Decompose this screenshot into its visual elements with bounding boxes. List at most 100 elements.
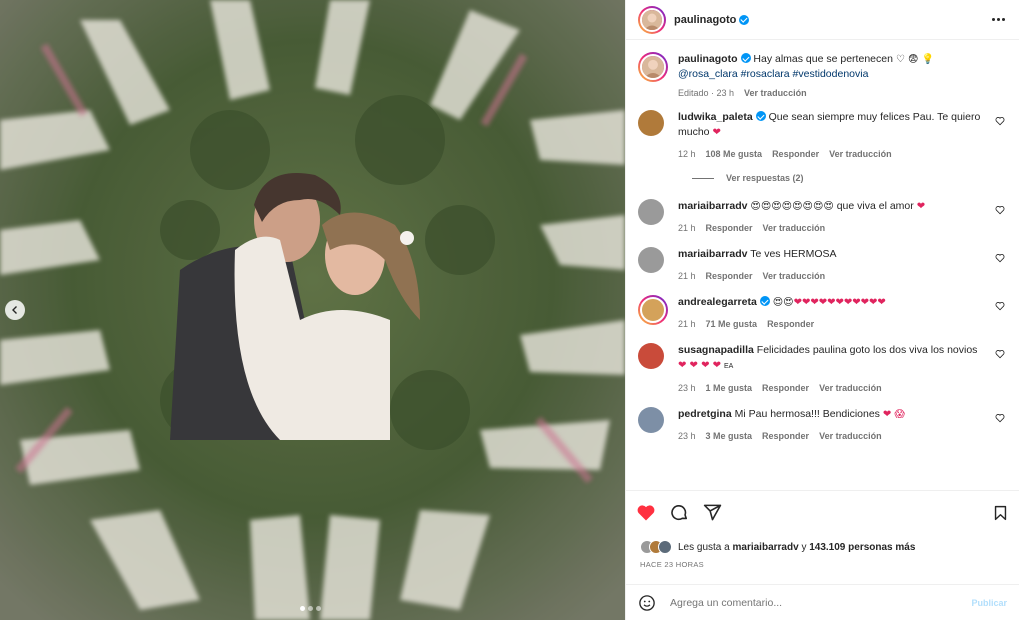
comment-likes[interactable]: 71 Me gusta xyxy=(706,319,758,329)
share-icon[interactable] xyxy=(703,503,722,522)
heart-icon[interactable] xyxy=(636,503,656,523)
translate-link[interactable]: Ver traducción xyxy=(763,223,826,233)
comment-emoji: ❤❤❤❤❤❤❤❤❤❤❤ xyxy=(793,297,886,308)
carousel-dot xyxy=(308,606,313,611)
comment-emoji: ❤ xyxy=(712,127,721,138)
likes-mid: y xyxy=(801,541,807,553)
comment-likes[interactable]: 108 Me gusta xyxy=(706,149,763,159)
publish-button[interactable]: Publicar xyxy=(971,598,1007,608)
verified-icon xyxy=(759,296,770,306)
carousel-dot xyxy=(300,606,305,611)
comment-emoji-prefix: 😍😍 xyxy=(772,297,794,308)
post-actions-bar xyxy=(626,490,1019,534)
comment-time: 23 h xyxy=(678,383,696,393)
bookmark-icon[interactable] xyxy=(992,504,1009,522)
caption-translate-link[interactable]: Ver traducción xyxy=(744,88,807,98)
avatar xyxy=(658,540,672,554)
comment-username[interactable]: ludwika_paleta xyxy=(678,111,753,123)
wedding-photo-image xyxy=(0,0,625,620)
divider xyxy=(692,177,714,179)
avatar[interactable] xyxy=(638,295,668,325)
comment-emoji: ❤ 😱 xyxy=(882,409,905,420)
comment-item: pedretgina Mi Pau hermosa!!! Bendiciones… xyxy=(638,407,1005,441)
comments-list: paulinagoto Hay almas que se pertenecen … xyxy=(626,40,1019,490)
reply-button[interactable]: Responder xyxy=(772,149,819,159)
post-photo[interactable] xyxy=(0,0,625,620)
heart-icon[interactable] xyxy=(995,253,1005,263)
translate-link[interactable]: Ver traducción xyxy=(829,149,892,159)
carousel-dot xyxy=(316,606,321,611)
comment-suffix: EA xyxy=(723,363,734,370)
avatar[interactable] xyxy=(638,407,664,433)
heart-icon[interactable] xyxy=(995,349,1005,359)
post-date: HACE 23 HORAS xyxy=(640,560,704,569)
reply-button[interactable]: Responder xyxy=(706,223,753,233)
likes-user[interactable]: mariaibarradv xyxy=(733,542,799,553)
comment-emoji: ❤ xyxy=(916,201,926,212)
comment-item: mariaibarradv Te ves HERMOSA 21 h Respon… xyxy=(638,247,1005,281)
chevron-left-icon xyxy=(12,306,17,314)
avatar[interactable] xyxy=(638,247,664,273)
heart-icon[interactable] xyxy=(995,301,1005,311)
carousel-prev-button[interactable] xyxy=(5,300,25,320)
comment-username[interactable]: pedretgina xyxy=(678,408,732,420)
comment-text: Mi Pau hermosa!!! Bendiciones xyxy=(734,408,880,420)
comment-time: 23 h xyxy=(678,431,696,441)
comment-item: susagnapadilla Felicidades paulina goto … xyxy=(638,343,1005,393)
comment-username[interactable]: mariaibarradv xyxy=(678,200,747,212)
caption-text: Hay almas que se pertenecen xyxy=(753,53,893,65)
comment-username[interactable]: mariaibarradv xyxy=(678,248,747,260)
verified-icon xyxy=(740,53,751,63)
reply-button[interactable]: Responder xyxy=(706,271,753,281)
post-header: paulinagoto xyxy=(626,0,1019,40)
caption-edited-time: Editado · 23 h xyxy=(678,88,735,98)
avatar[interactable] xyxy=(638,110,664,136)
translate-link[interactable]: Ver traducción xyxy=(819,431,882,441)
more-icon xyxy=(992,18,995,21)
comment-time: 12 h xyxy=(678,149,696,159)
comment-emoji: ❤ ❤ ❤ ❤ xyxy=(678,360,722,371)
avatar[interactable] xyxy=(638,199,664,225)
caption-username[interactable]: paulinagoto xyxy=(678,53,738,65)
author-avatar[interactable] xyxy=(638,5,666,34)
comment-emoji-prefix: 😍😍😍😍😍😍😍😍 xyxy=(750,201,834,212)
verified-icon xyxy=(755,111,766,121)
heart-icon[interactable] xyxy=(995,413,1005,423)
emoji-icon[interactable] xyxy=(638,594,656,612)
comment-icon[interactable] xyxy=(670,503,689,522)
liker-avatars xyxy=(640,540,672,554)
view-replies-button[interactable]: Ver respuestas (2) xyxy=(692,173,1005,183)
carousel-indicator xyxy=(300,606,321,611)
likes-summary: Les gusta a mariaibarradv y 143.109 pers… xyxy=(626,534,1019,560)
comment-text-continued: paulina goto los dos viva los novios xyxy=(812,344,978,356)
post-side-panel: paulinagoto paulinagoto Hay almas que se… xyxy=(625,0,1019,620)
translate-link[interactable]: Ver traducción xyxy=(763,271,826,281)
comment-username[interactable]: andrealegarreta xyxy=(678,296,757,308)
author-username[interactable]: paulinagoto xyxy=(674,14,736,26)
more-options-button[interactable] xyxy=(992,18,1005,21)
comment-time: 21 h xyxy=(678,271,696,281)
likes-count[interactable]: 143.109 personas más xyxy=(809,542,915,553)
heart-icon[interactable] xyxy=(995,205,1005,215)
comment-input[interactable] xyxy=(670,596,972,609)
heart-icon[interactable] xyxy=(995,116,1005,126)
likes-prefix: Les gusta a xyxy=(678,541,730,553)
translate-link[interactable]: Ver traducción xyxy=(819,383,882,393)
caption: paulinagoto Hay almas que se pertenecen … xyxy=(638,52,1005,98)
comment-likes[interactable]: 1 Me gusta xyxy=(706,383,753,393)
reply-button[interactable]: Responder xyxy=(762,431,809,441)
comment-time: 21 h xyxy=(678,319,696,329)
add-comment-bar: Publicar xyxy=(626,584,1019,620)
comment-item: andrealegarreta 😍😍❤❤❤❤❤❤❤❤❤❤❤ 21 h 71 Me… xyxy=(638,295,1005,329)
avatar[interactable] xyxy=(638,343,664,369)
comment-username[interactable]: susagnapadilla xyxy=(678,344,754,356)
caption-emojis: ♡ 😨 💡 xyxy=(895,54,935,65)
comment-likes[interactable]: 3 Me gusta xyxy=(706,431,753,441)
reply-button[interactable]: Responder xyxy=(762,383,809,393)
avatar[interactable] xyxy=(638,52,668,82)
instagram-post-view: paulinagoto paulinagoto Hay almas que se… xyxy=(0,0,1019,620)
reply-button[interactable]: Responder xyxy=(767,319,814,329)
verified-icon xyxy=(739,14,750,25)
caption-tags[interactable]: @rosa_clara #rosaclara #vestidodenovia xyxy=(678,68,868,80)
comment-time: 21 h xyxy=(678,223,696,233)
